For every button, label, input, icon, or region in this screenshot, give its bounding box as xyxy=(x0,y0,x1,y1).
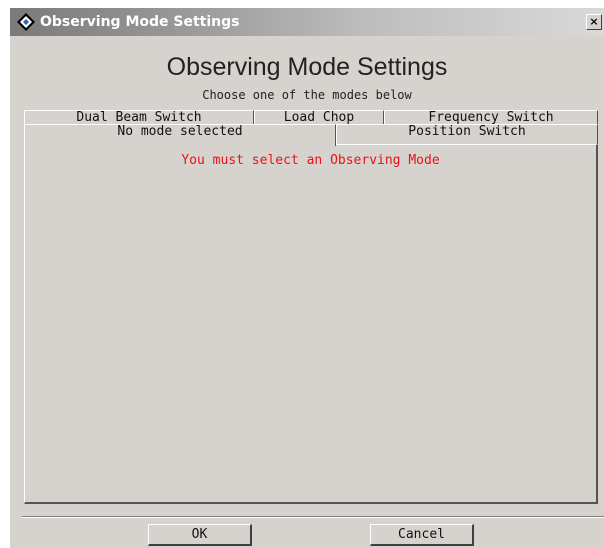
title-bar[interactable]: Observing Mode Settings × xyxy=(10,8,604,36)
page-subtitle: Choose one of the modes below xyxy=(202,88,412,102)
dialog-window: Observing Mode Settings × Observing Mode… xyxy=(10,8,604,548)
tab-position-switch[interactable]: Position Switch xyxy=(336,124,598,144)
error-message: You must select an Observing Mode xyxy=(181,153,440,168)
page-title: Observing Mode Settings xyxy=(166,53,448,81)
cancel-button[interactable]: Cancel xyxy=(370,524,474,546)
divider xyxy=(22,516,604,518)
tab-no-mode-selected[interactable]: No mode selected xyxy=(24,124,336,146)
close-button[interactable]: × xyxy=(586,14,602,30)
ok-button[interactable]: OK xyxy=(148,524,252,546)
app-diamond-icon xyxy=(17,13,35,31)
tab-panel: You must select an Observing Mode xyxy=(24,144,598,504)
window-title: Observing Mode Settings xyxy=(40,14,240,30)
